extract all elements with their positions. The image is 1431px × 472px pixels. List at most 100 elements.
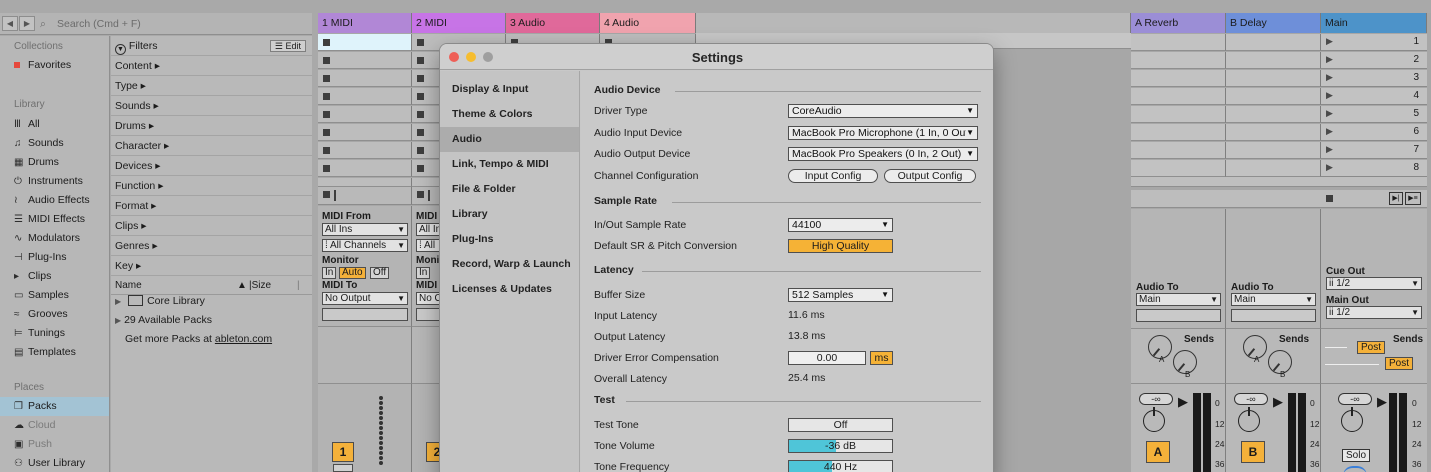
- scene-launch-button[interactable]: ▶ 5: [1321, 106, 1427, 123]
- monitor-in-button[interactable]: In: [322, 267, 337, 279]
- sidebar-item-tunings[interactable]: ⊨ Tunings: [0, 324, 109, 343]
- sidebar-item-plug-ins[interactable]: ⊣ Plug-Ins: [0, 248, 109, 267]
- volume-readout[interactable]: -∞: [1338, 393, 1372, 405]
- filter-row[interactable]: Function ▸: [111, 176, 312, 196]
- return-track-header[interactable]: A Reverb: [1131, 13, 1226, 33]
- midi-from-select[interactable]: All Ins ▼: [322, 223, 408, 236]
- forward-button[interactable]: ▶: [19, 16, 35, 31]
- edit-button[interactable]: ☰ Edit: [269, 40, 306, 52]
- filter-row[interactable]: Character ▸: [111, 136, 312, 156]
- sidebar-item-drums[interactable]: ▦ Drums: [0, 153, 109, 172]
- settings-nav-licenses-updates[interactable]: Licenses & Updates: [440, 277, 579, 302]
- input-config-button[interactable]: Input Config: [788, 169, 878, 183]
- scene-launch-button[interactable]: ▶ 6: [1321, 124, 1427, 141]
- tone-frequency-slider[interactable]: 440 Hz: [788, 460, 893, 472]
- settings-nav-library[interactable]: Library: [440, 202, 579, 227]
- filter-row[interactable]: Devices ▸: [111, 156, 312, 176]
- sidebar-item-packs[interactable]: ❐ Packs: [0, 397, 109, 416]
- back-button[interactable]: ◀: [2, 16, 18, 31]
- track-header[interactable]: 3 Audio: [506, 13, 600, 33]
- sidebar-item-cloud[interactable]: ☁ Cloud: [0, 416, 109, 435]
- clip-slot[interactable]: [318, 52, 412, 69]
- sidebar-item-push[interactable]: ▣ Push: [0, 435, 109, 454]
- sidebar-item-templates[interactable]: ▤ Templates: [0, 343, 109, 362]
- clip-slot[interactable]: [318, 106, 412, 123]
- sidebar-item-all[interactable]: Ⅲ All: [0, 115, 109, 134]
- filter-row[interactable]: Sounds ▸: [111, 96, 312, 116]
- sidebar-item-user-library[interactable]: ⚇ User Library: [0, 454, 109, 472]
- ms-unit-toggle[interactable]: ms: [870, 351, 893, 365]
- scene-launch-button[interactable]: ▶ 2: [1321, 52, 1427, 69]
- post-b-button[interactable]: Post: [1385, 357, 1414, 370]
- audio-to-select[interactable]: Main ▼: [1231, 293, 1316, 306]
- monitor-auto-button[interactable]: Auto: [339, 267, 366, 279]
- output-config-button[interactable]: Output Config: [884, 169, 976, 183]
- return-a-activator[interactable]: A: [1146, 441, 1170, 463]
- ableton-link[interactable]: ableton.com: [215, 333, 272, 345]
- track-header[interactable]: 1 MIDI: [318, 13, 412, 33]
- audio-output-device-select[interactable]: MacBook Pro Speakers (0 In, 2 Out) ▼: [788, 147, 978, 161]
- settings-titlebar[interactable]: Settings: [440, 44, 993, 70]
- sidebar-item-instruments[interactable]: ⏻ Instruments: [0, 172, 109, 191]
- stop-all-icon[interactable]: [323, 191, 330, 198]
- solo-button[interactable]: Solo: [1342, 449, 1371, 462]
- scene-launch-button[interactable]: ▶ 3: [1321, 70, 1427, 87]
- sidebar-item-midi-effects[interactable]: ☰ MIDI Effects: [0, 210, 109, 229]
- sidebar-item-audio-effects[interactable]: ≀ Audio Effects: [0, 191, 109, 210]
- size-column-header[interactable]: |Size: [249, 277, 271, 295]
- cue-knob[interactable]: [1343, 466, 1367, 472]
- volume-readout[interactable]: -∞: [1234, 393, 1268, 405]
- filter-row[interactable]: Drums ▸: [111, 116, 312, 136]
- scene-launch-button[interactable]: ▶ 8: [1321, 160, 1427, 177]
- track-header[interactable]: 2 MIDI: [412, 13, 506, 33]
- sidebar-item-grooves[interactable]: ≈ Grooves: [0, 305, 109, 324]
- sidebar-item-favorites[interactable]: Favorites: [0, 56, 109, 75]
- settings-nav-display-input[interactable]: Display & Input: [440, 77, 579, 102]
- scene-launch-button[interactable]: ▶ 7: [1321, 142, 1427, 159]
- settings-nav-audio[interactable]: Audio: [440, 127, 579, 152]
- return-b-activator[interactable]: B: [1241, 441, 1265, 463]
- list-item-core-library[interactable]: ▶ Core Library: [115, 292, 205, 311]
- playlist-icon[interactable]: ▶≡: [1405, 192, 1421, 205]
- filter-row[interactable]: Clips ▸: [111, 216, 312, 236]
- buffer-size-select[interactable]: 512 Samples ▼: [788, 288, 893, 302]
- stop-all-clips-icon[interactable]: [1326, 195, 1333, 202]
- audio-to-select[interactable]: Main ▼: [1136, 293, 1221, 306]
- monitor-in-button[interactable]: In: [416, 267, 431, 279]
- tone-volume-slider[interactable]: -36 dB: [788, 439, 893, 453]
- search-input[interactable]: ⌕ Search (Cmd + F): [38, 16, 302, 32]
- audio-to-channel-select[interactable]: [1136, 309, 1221, 322]
- settings-nav-theme-colors[interactable]: Theme & Colors: [440, 102, 579, 127]
- pan-knob[interactable]: [1143, 407, 1165, 432]
- stop-icon[interactable]: [417, 191, 424, 198]
- pan-knob[interactable]: [1341, 407, 1363, 432]
- sidebar-item-clips[interactable]: ▸ Clips: [0, 267, 109, 286]
- filter-row[interactable]: Type ▸: [111, 76, 312, 96]
- settings-nav-plug-ins[interactable]: Plug-Ins: [440, 227, 579, 252]
- sidebar-item-modulators[interactable]: ∿ Modulators: [0, 229, 109, 248]
- clip-slot[interactable]: [318, 70, 412, 87]
- scene-launch-button[interactable]: ▶ 4: [1321, 88, 1427, 105]
- cue-out-select[interactable]: ii 1/2 ▼: [1326, 277, 1422, 290]
- main-track-header[interactable]: Main: [1321, 13, 1427, 33]
- return-track-header[interactable]: B Delay: [1226, 13, 1321, 33]
- track-header[interactable]: 4 Audio: [600, 13, 696, 33]
- midi-to-channel-select[interactable]: [322, 308, 408, 321]
- settings-nav-record-warp-launch[interactable]: Record, Warp & Launch: [440, 252, 579, 277]
- midi-channel-select[interactable]: ⁞ All Channels ▼: [322, 239, 408, 252]
- clip-slot[interactable]: [318, 34, 412, 51]
- settings-nav-file-folder[interactable]: File & Folder: [440, 177, 579, 202]
- track-1-solo-button[interactable]: [333, 464, 353, 472]
- track-1-activator[interactable]: 1: [332, 442, 354, 462]
- settings-nav-link-tempo-midi[interactable]: Link, Tempo & MIDI: [440, 152, 579, 177]
- driver-type-select[interactable]: CoreAudio ▼: [788, 104, 978, 118]
- post-a-button[interactable]: Post: [1357, 341, 1386, 354]
- driver-error-compensation-input[interactable]: 0.00: [788, 351, 866, 365]
- main-out-select[interactable]: ii 1/2 ▼: [1326, 306, 1422, 319]
- filter-row[interactable]: Key ▸: [111, 256, 312, 276]
- scene-launch-button[interactable]: ▶ 1: [1321, 34, 1427, 51]
- volume-readout[interactable]: -∞: [1139, 393, 1173, 405]
- clip-slot[interactable]: [318, 142, 412, 159]
- name-column-header[interactable]: Name: [115, 280, 142, 291]
- filter-row[interactable]: Format ▸: [111, 196, 312, 216]
